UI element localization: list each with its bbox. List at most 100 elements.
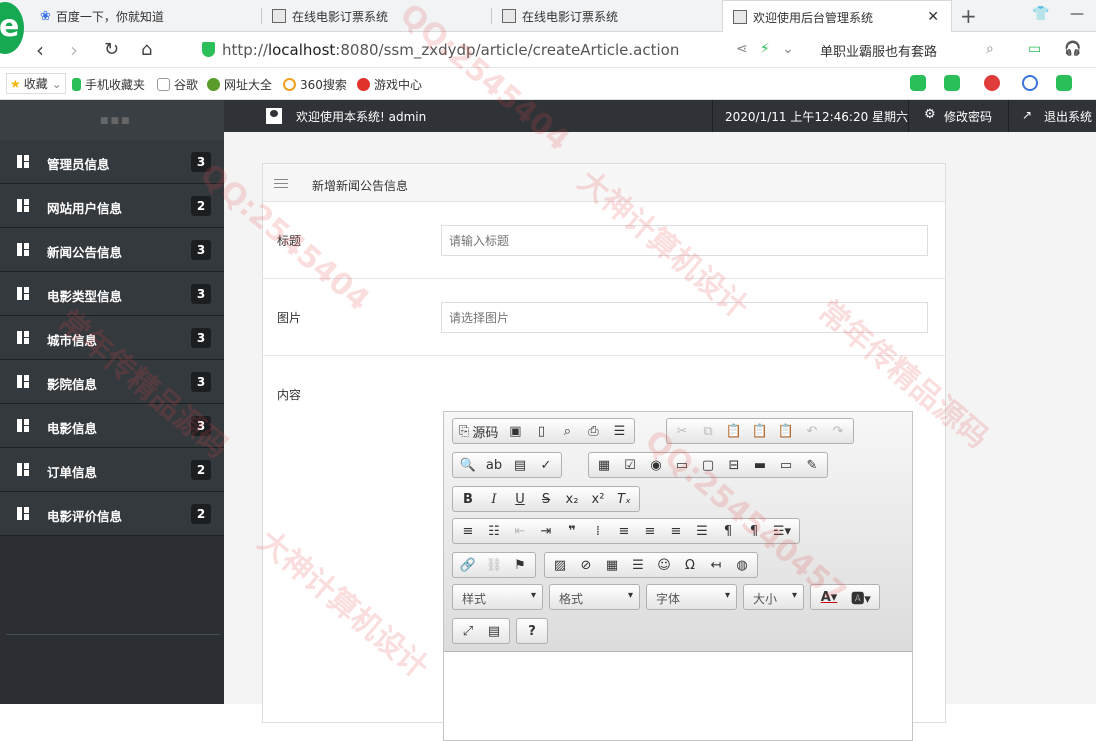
text-color-icon[interactable]: A▾ [813,586,845,608]
select-all-icon[interactable]: ▤ [507,454,533,476]
browser-tab-3[interactable]: 在线电影订票系统 [502,0,722,32]
radio-icon[interactable]: ◉ [643,454,669,476]
logout-link[interactable]: 退出系统 [1044,108,1092,125]
minimize-icon[interactable]: — [1070,6,1084,22]
extension-icon[interactable] [910,75,926,91]
bookmark-mobile[interactable]: 手机收藏夹 [72,76,145,93]
forward-icon[interactable]: › [70,38,78,62]
button-icon[interactable]: ▬ [747,454,773,476]
find-icon[interactable]: 🔍 [455,454,481,476]
sidebar-item-cities[interactable]: 城市信息 3 [0,316,224,360]
flash-icon[interactable]: ⊘ [573,554,599,576]
link-icon[interactable]: 🔗 [455,554,481,576]
smiley-icon[interactable]: ☺ [651,554,677,576]
close-tab-icon[interactable]: ✕ [927,9,939,25]
style-dropdown[interactable]: 样式 [452,584,543,610]
blockquote-icon[interactable]: ❞ [559,520,585,542]
select-icon[interactable]: ⊟ [721,454,747,476]
browser-tab-2[interactable]: 在线电影订票系统 [272,0,492,32]
paste-icon[interactable]: 📋 [721,420,747,442]
spellcheck-icon[interactable]: ✓ [533,454,559,476]
iframe-icon[interactable]: ◍ [729,554,755,576]
dropdown-icon[interactable]: ⌄ [782,41,794,57]
image-input[interactable] [441,302,928,333]
bulleted-list-icon[interactable]: ☷ [481,520,507,542]
skin-icon[interactable]: 👕 [1032,6,1049,22]
print-icon[interactable]: ⎙ [580,420,606,442]
numbered-list-icon[interactable]: ≡ [455,520,481,542]
align-right-icon[interactable]: ≡ [663,520,689,542]
change-password-link[interactable]: 修改密码 [944,108,992,125]
align-center-icon[interactable]: ≡ [637,520,663,542]
paste-word-icon[interactable]: 📋 [773,420,799,442]
bg-color-icon[interactable]: 🅰▾ [845,586,877,608]
copy-icon[interactable]: ⧉ [695,420,721,442]
bookmark-360[interactable]: 360搜索 [283,76,347,93]
show-blocks-icon[interactable]: ▤ [481,620,507,642]
language-icon[interactable]: ☲▾ [767,520,797,542]
hidden-field-icon[interactable]: ✎ [799,454,825,476]
table-icon[interactable]: ▦ [599,554,625,576]
share-icon[interactable]: ⋖ [736,41,748,57]
back-icon[interactable]: ‹ [36,38,44,62]
bookmark-favorites[interactable]: ★ 收藏 ⌄ [6,73,66,94]
subscript-icon[interactable]: x₂ [559,488,585,510]
format-dropdown[interactable]: 格式 [549,584,640,610]
reload-icon[interactable]: ↻ [104,39,119,60]
strike-icon[interactable]: S [533,488,559,510]
cut-icon[interactable]: ✂ [669,420,695,442]
bookmark-sites[interactable]: 网址大全 [207,76,272,93]
align-left-icon[interactable]: ≡ [611,520,637,542]
url-field[interactable]: http://localhost:8080/ssm_zxdydp/article… [222,41,679,59]
sidebar-item-admin[interactable]: 管理员信息 3 [0,140,224,184]
templates-icon[interactable]: ☰ [606,420,632,442]
save-icon[interactable]: ▣ [502,420,528,442]
textarea-icon[interactable]: ▢ [695,454,721,476]
page-break-icon[interactable]: ↤ [703,554,729,576]
source-button[interactable]: ⎘ 源码 [455,420,502,442]
special-char-icon[interactable]: Ω [677,554,703,576]
font-dropdown[interactable]: 字体 [646,584,737,610]
bold-icon[interactable]: B [455,488,481,510]
maximize-icon[interactable]: ⤢ [455,620,481,642]
undo-icon[interactable]: ↶ [799,420,825,442]
textfield-icon[interactable]: ▭ [669,454,695,476]
unlink-icon[interactable]: ⛓ [481,554,507,576]
align-justify-icon[interactable]: ☰ [689,520,715,542]
indent-icon[interactable]: ⇥ [533,520,559,542]
italic-icon[interactable]: I [481,488,507,510]
translate-icon[interactable] [944,75,960,91]
search-icon[interactable]: ⌕ [986,41,994,57]
editor-content-area[interactable] [444,652,912,740]
redo-icon[interactable]: ↷ [825,420,851,442]
size-dropdown[interactable]: 大小 [743,584,804,610]
ltr-icon[interactable]: ¶ [715,520,741,542]
lightning-icon[interactable]: ⚡ [760,41,770,57]
bookmark-google[interactable]: 谷歌 [157,76,198,93]
sidebar-item-movie-types[interactable]: 电影类型信息 3 [0,272,224,316]
sidebar-item-users[interactable]: 网站用户信息 2 [0,184,224,228]
headphones-icon[interactable]: 🎧 [1064,41,1081,57]
cut-icon[interactable] [984,75,1000,91]
paste-text-icon[interactable]: 📋 [747,420,773,442]
superscript-icon[interactable]: x² [585,488,611,510]
sidebar-item-cinemas[interactable]: 影院信息 3 [0,360,224,404]
underline-icon[interactable]: U [507,488,533,510]
browser-tab-active[interactable]: 欢迎使用后台管理系统 ✕ [722,0,952,33]
form-icon[interactable]: ▦ [591,454,617,476]
rtl-icon[interactable]: ¶ [741,520,767,542]
title-input[interactable] [441,225,928,256]
anchor-icon[interactable]: ⚑ [507,554,533,576]
remove-format-icon[interactable]: Tₓ [611,488,637,510]
image-icon[interactable]: ▨ [547,554,573,576]
preview-icon[interactable]: ⌕ [554,420,580,442]
image-button-icon[interactable]: ▭ [773,454,799,476]
home-icon[interactable]: ⌂ [141,39,152,60]
help-icon[interactable]: ? [519,620,545,642]
new-page-icon[interactable]: ▯ [528,420,554,442]
sidebar-item-reviews[interactable]: 电影评价信息 2 [0,492,224,536]
sidebar-item-movies[interactable]: 电影信息 3 [0,404,224,448]
sidebar-item-orders[interactable]: 订单信息 2 [0,448,224,492]
horizontal-rule-icon[interactable]: ☰ [625,554,651,576]
outdent-icon[interactable]: ⇤ [507,520,533,542]
